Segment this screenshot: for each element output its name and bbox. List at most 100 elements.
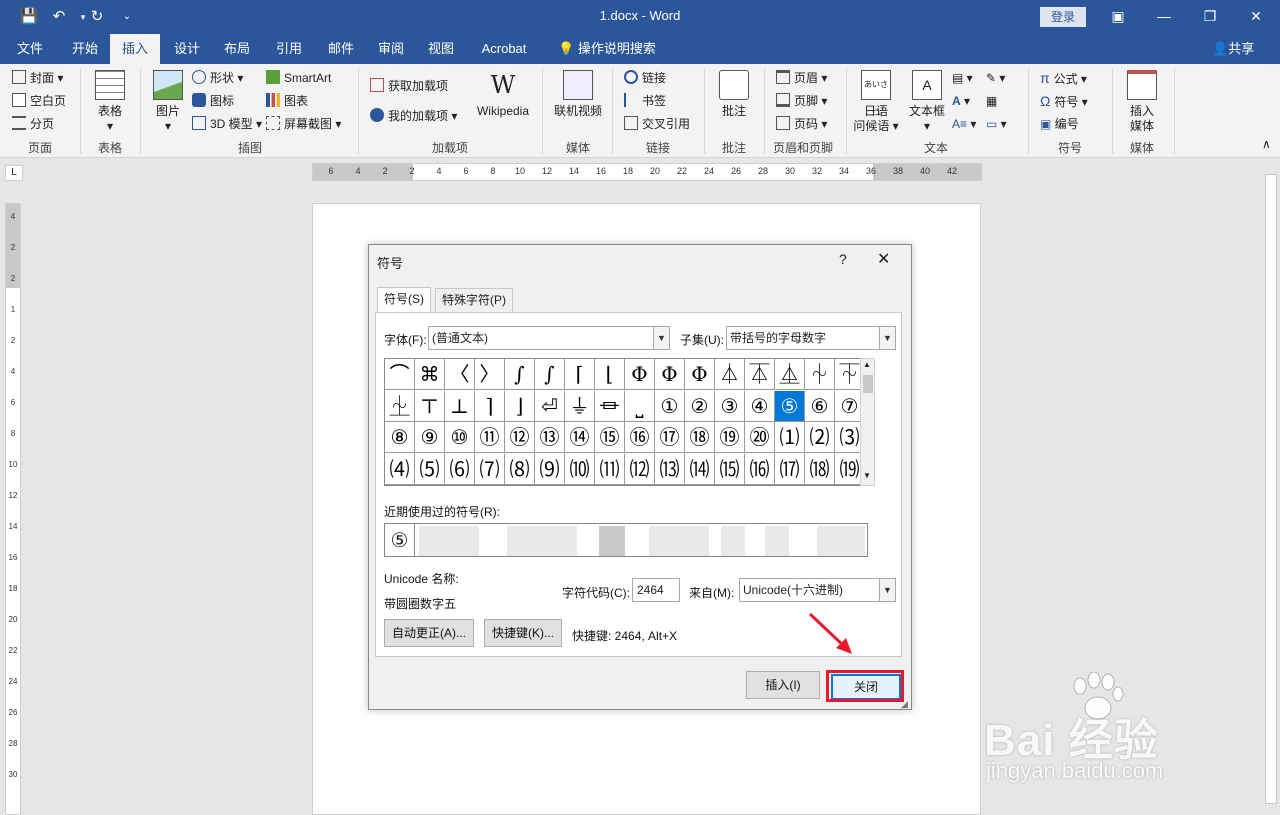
recent-symbols[interactable]: ⑤	[384, 523, 868, 557]
symbol-cell[interactable]: ③	[715, 390, 745, 422]
symbol-cell[interactable]: ⏃	[715, 359, 745, 390]
symbol-cell[interactable]: ⌘	[415, 359, 445, 390]
tab-design[interactable]: 设计	[164, 34, 210, 64]
symbol-cell[interactable]: ⑰	[655, 422, 685, 453]
symbol-cell[interactable]: ⊥	[445, 390, 475, 422]
tab-acrobat[interactable]: Acrobat	[474, 34, 534, 64]
3d-model-button[interactable]: 3D 模型 ▾	[192, 114, 262, 134]
symbol-cell[interactable]: ⑾	[595, 453, 625, 485]
scrollbar-thumb[interactable]	[863, 375, 873, 393]
login-button[interactable]: 登录	[1040, 7, 1086, 27]
symbol-cell[interactable]: ⑺	[475, 453, 505, 485]
symbol-cell[interactable]: ⑬	[535, 422, 565, 453]
symbol-cell[interactable]: ⎵	[625, 390, 655, 422]
shortcut-key-button[interactable]: 快捷键(K)...	[484, 619, 562, 647]
symbol-cell[interactable]: ⑩	[445, 422, 475, 453]
symbol-cell[interactable]: ⊤	[415, 390, 445, 422]
link-button[interactable]: 链接	[624, 68, 666, 88]
footer-button[interactable]: 页脚 ▾	[776, 91, 827, 111]
icons-button[interactable]: 图标	[192, 91, 234, 111]
tab-special-characters[interactable]: 特殊字符(P)	[435, 288, 513, 312]
symbol-cell[interactable]: ⌈	[565, 359, 595, 390]
symbol-cell[interactable]: ⑫	[505, 422, 535, 453]
symbol-cell[interactable]: ⑳	[745, 422, 775, 453]
scroll-down-icon[interactable]: ▼	[863, 471, 871, 480]
page-break-button[interactable]: 分页	[12, 114, 54, 134]
symbol-cell[interactable]: ∫	[505, 359, 535, 390]
autocorrect-button[interactable]: 自动更正(A)...	[384, 619, 474, 647]
cover-page-button[interactable]: 封面 ▾	[12, 68, 63, 88]
tab-home[interactable]: 开始	[62, 34, 108, 64]
symbol-cell[interactable]: ⏎	[535, 390, 565, 422]
symbol-cell[interactable]: ⑿	[625, 453, 655, 485]
horizontal-ruler[interactable]: 6 4 2 2 4 6 8 10 12 14 16 18 20 22 24 26 28 30 32 34 36 38 40 4…	[312, 163, 982, 181]
tab-symbols[interactable]: 符号(S)	[377, 287, 431, 313]
minimize-icon[interactable]: —	[1150, 5, 1178, 27]
tab-references[interactable]: 引用	[266, 34, 312, 64]
symbol-cell[interactable]: ⑭	[565, 422, 595, 453]
symbol-cell[interactable]: Φ	[655, 359, 685, 390]
symbol-cell[interactable]: ⒃	[745, 453, 775, 485]
symbol-cell[interactable]: 〉	[475, 359, 505, 390]
signature-line-icon[interactable]: ✎ ▾	[986, 68, 1005, 88]
vertical-ruler[interactable]: 4 2 2 1 2 4 6 8 10 12 14 16 18 20 22 24 26 28 30	[5, 203, 21, 815]
symbol-cell[interactable]: ⑸	[415, 453, 445, 485]
symbol-cell[interactable]: ⑱	[685, 422, 715, 453]
tab-view[interactable]: 视图	[418, 34, 464, 64]
online-video-button[interactable]: 联机视频	[550, 70, 606, 119]
subset-select[interactable]: 带括号的字母数字 ▼	[726, 326, 896, 350]
tab-layout[interactable]: 布局	[214, 34, 260, 64]
symbol-cell[interactable]: ⏚	[565, 390, 595, 422]
symbol-cell[interactable]: 〈	[445, 359, 475, 390]
symbol-cell[interactable]: ④	[745, 390, 775, 422]
symbol-cell[interactable]: ⑼	[535, 453, 565, 485]
drop-cap-icon[interactable]: A≡ ▾	[952, 114, 976, 134]
screenshot-button[interactable]: 屏幕截图 ▾	[266, 114, 341, 134]
collapse-ribbon-icon[interactable]: ∧	[1262, 134, 1271, 154]
tab-mailings[interactable]: 邮件	[318, 34, 364, 64]
symbol-cell[interactable]: ⑽	[565, 453, 595, 485]
share-button[interactable]: 👤共享	[1212, 34, 1254, 64]
symbol-grid-scrollbar[interactable]: ▲ ▼	[860, 358, 875, 486]
picture-button[interactable]: 图片 ▾	[146, 70, 190, 134]
ribbon-display-icon[interactable]: ▣	[1104, 5, 1132, 27]
equation-button[interactable]: π 公式 ▾	[1040, 68, 1087, 88]
scroll-up-icon[interactable]: ▲	[863, 360, 871, 369]
tab-selector[interactable]: L	[5, 165, 23, 181]
symbol-cell[interactable]: ⒅	[805, 453, 835, 485]
symbol-cell[interactable]: ⌊	[595, 359, 625, 390]
symbol-cell[interactable]: ⑴	[775, 422, 805, 453]
shapes-button[interactable]: 形状 ▾	[192, 68, 243, 88]
date-time-icon[interactable]: ▦	[986, 91, 997, 111]
symbol-cell[interactable]: ⑧	[385, 422, 415, 453]
symbol-cell-selected[interactable]: ⑤	[775, 390, 805, 422]
symbol-cell[interactable]: ⒄	[775, 453, 805, 485]
smartart-button[interactable]: SmartArt	[266, 68, 331, 88]
symbol-button[interactable]: Ω 符号 ▾	[1040, 91, 1088, 111]
symbol-cell[interactable]: ⑥	[805, 390, 835, 422]
symbol-cell[interactable]: Φ	[685, 359, 715, 390]
number-button[interactable]: ▣ 编号	[1040, 114, 1079, 134]
window-close-icon[interactable]: ✕	[1242, 5, 1270, 27]
object-icon[interactable]: ▭ ▾	[986, 114, 1007, 134]
symbol-cell[interactable]: ⑷	[385, 453, 415, 485]
symbol-cell[interactable]: ⑹	[445, 453, 475, 485]
japanese-greetings-button[interactable]: あいさつ 日语 问候语 ▾	[852, 70, 900, 134]
tell-me-search[interactable]: 💡 操作说明搜索	[552, 34, 662, 64]
insert-button[interactable]: 插入(I)	[746, 671, 820, 699]
bookmark-button[interactable]: 书签	[624, 91, 666, 111]
table-button[interactable]: 表格 ▾	[88, 70, 132, 134]
symbol-cell[interactable]: ②	[685, 390, 715, 422]
help-icon[interactable]: ?	[839, 251, 847, 267]
get-addins-button[interactable]: 获取加载项	[370, 76, 448, 96]
tab-review[interactable]: 审阅	[368, 34, 414, 64]
symbol-cell[interactable]: ⑪	[475, 422, 505, 453]
symbol-cell[interactable]: ⑨	[415, 422, 445, 453]
vertical-scrollbar[interactable]	[1262, 160, 1280, 815]
quick-parts-icon[interactable]: ▤ ▾	[952, 68, 973, 88]
symbol-cell[interactable]: ⏅	[775, 359, 805, 390]
recent-symbol[interactable]: ⑤	[385, 524, 415, 556]
symbol-cell[interactable]: ∫	[535, 359, 565, 390]
tab-insert[interactable]: 插入	[110, 34, 160, 64]
header-button[interactable]: 页眉 ▾	[776, 68, 827, 88]
